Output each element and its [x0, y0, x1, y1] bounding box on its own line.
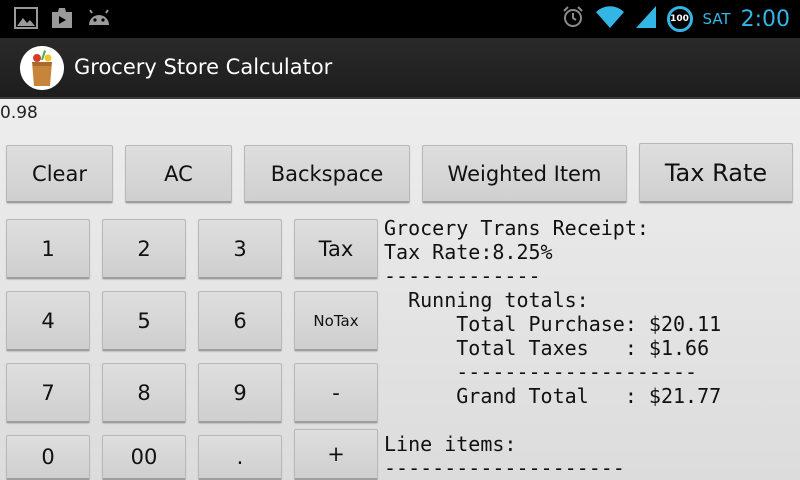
key-4[interactable]: 4 — [6, 291, 90, 351]
receipt-line: Tax Rate:8.25% — [384, 240, 553, 264]
key-0[interactable]: 0 — [6, 435, 90, 480]
notification-icons — [14, 7, 112, 33]
tax-rate-button[interactable]: Tax Rate — [639, 143, 793, 203]
receipt-line: -------------------- — [384, 360, 698, 384]
status-time: 2:00 — [740, 6, 790, 32]
app-title: Grocery Store Calculator — [74, 55, 333, 79]
receipt-line: Total Purchase: $20.11 — [384, 312, 722, 336]
receipt-line: Running totals: — [384, 288, 589, 312]
clear-button[interactable]: Clear — [6, 145, 113, 203]
play-store-icon — [50, 7, 74, 33]
receipt-text: Grocery Trans Receipt: Tax Rate:8.25% ----… — [384, 216, 800, 480]
no-tax-button[interactable]: NoTax — [294, 291, 378, 351]
key-6[interactable]: 6 — [198, 291, 282, 351]
key-1[interactable]: 1 — [6, 219, 90, 279]
key-00[interactable]: 00 — [102, 435, 186, 480]
backspace-button[interactable]: Backspace — [244, 145, 410, 203]
alarm-icon — [561, 5, 585, 33]
key-2[interactable]: 2 — [102, 219, 186, 279]
calculator-display: 0.98 — [0, 103, 38, 123]
receipt-line: -------------------- — [384, 456, 625, 480]
status-bar: 100 SAT 2:00 — [0, 0, 800, 38]
receipt-line: Total Taxes : $1.66 — [384, 336, 710, 360]
receipt-line: Grand Total : $21.77 — [384, 384, 722, 408]
status-day: SAT — [702, 10, 731, 28]
plus-button[interactable]: + — [294, 429, 378, 480]
action-bar: Grocery Store Calculator — [0, 38, 800, 99]
receipt-line — [384, 408, 800, 432]
all-clear-button[interactable]: AC — [125, 145, 232, 203]
battery-icon: 100 — [666, 6, 693, 32]
receipt-line: Line items: — [384, 432, 517, 456]
android-icon — [86, 7, 112, 33]
receipt-line: Grocery Trans Receipt: — [384, 216, 649, 240]
picture-icon — [14, 7, 38, 33]
minus-button[interactable]: - — [294, 363, 378, 423]
system-icons: 100 SAT 2:00 — [561, 0, 790, 38]
key-5[interactable]: 5 — [102, 291, 186, 351]
key-9[interactable]: 9 — [198, 363, 282, 423]
receipt-line: ------------- — [384, 264, 541, 288]
tax-button[interactable]: Tax — [294, 219, 378, 279]
grocery-bag-icon[interactable] — [20, 46, 64, 90]
key-8[interactable]: 8 — [102, 363, 186, 423]
decimal-button[interactable]: . — [198, 435, 282, 480]
key-7[interactable]: 7 — [6, 363, 90, 423]
wifi-icon — [595, 5, 625, 33]
weighted-item-button[interactable]: Weighted Item — [422, 145, 627, 203]
signal-icon — [635, 5, 657, 33]
key-3[interactable]: 3 — [198, 219, 282, 279]
